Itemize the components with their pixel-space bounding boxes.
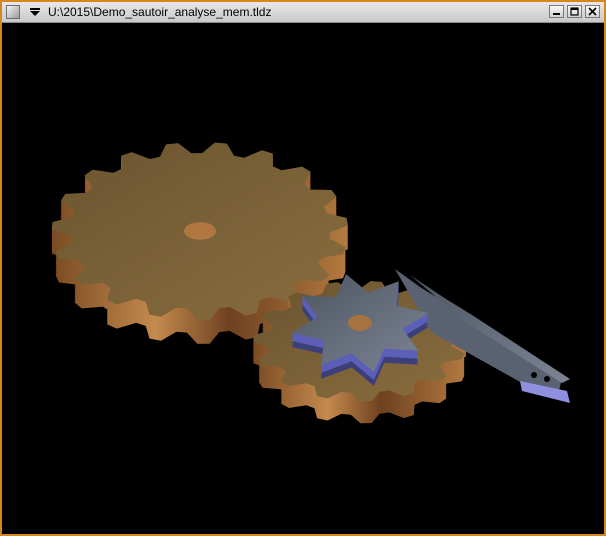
menu-arrow-icon[interactable] (28, 5, 42, 19)
app-icon[interactable] (6, 5, 20, 19)
app-window: U:\2015\Demo_sautoir_analyse_mem.tldz (0, 0, 606, 536)
3d-viewport[interactable] (2, 23, 604, 534)
close-icon (588, 7, 597, 16)
maximize-button[interactable] (567, 5, 582, 18)
minimize-icon (553, 13, 560, 15)
maximize-icon (570, 7, 579, 16)
minimize-button[interactable] (549, 5, 564, 18)
window-title: U:\2015\Demo_sautoir_analyse_mem.tldz (48, 5, 272, 19)
title-bar[interactable]: U:\2015\Demo_sautoir_analyse_mem.tldz (2, 2, 604, 23)
close-button[interactable] (585, 5, 600, 18)
